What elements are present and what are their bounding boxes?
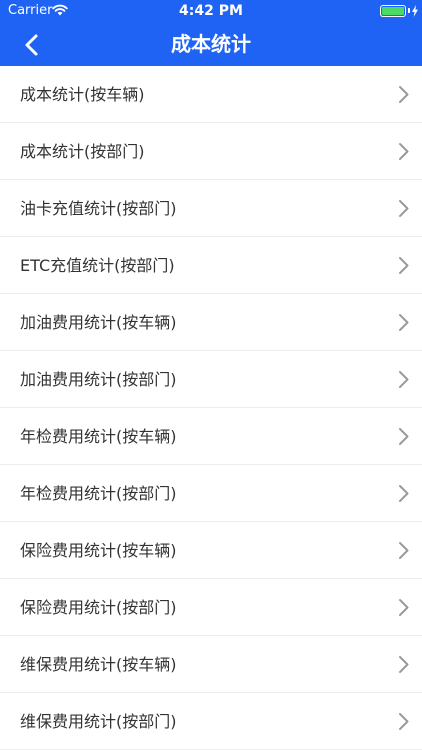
chevron-right-icon bbox=[399, 428, 409, 445]
list-item[interactable]: 保险费用统计(按车辆) bbox=[0, 522, 422, 579]
list-item-label: 保险费用统计(按部门) bbox=[20, 598, 177, 617]
charging-bolt-icon bbox=[412, 5, 418, 17]
list-item[interactable]: 维保费用统计(按部门) bbox=[0, 693, 422, 750]
list-item-label: 油卡充值统计(按部门) bbox=[20, 199, 177, 218]
list-item-label: 维保费用统计(按部门) bbox=[20, 712, 177, 731]
chevron-right-icon bbox=[399, 542, 409, 559]
chevron-right-icon bbox=[399, 656, 409, 673]
list-item-label: 年检费用统计(按部门) bbox=[20, 484, 177, 503]
chevron-right-icon bbox=[399, 257, 409, 274]
chevron-right-icon bbox=[399, 599, 409, 616]
list-item-label: 成本统计(按车辆) bbox=[20, 85, 145, 104]
chevron-right-icon bbox=[399, 86, 409, 103]
chevron-right-icon bbox=[399, 143, 409, 160]
list-item[interactable]: 加油费用统计(按部门) bbox=[0, 351, 422, 408]
list-item[interactable]: 成本统计(按车辆) bbox=[0, 66, 422, 123]
list-item-label: ETC充值统计(按部门) bbox=[20, 256, 175, 275]
status-time: 4:42 PM bbox=[179, 3, 243, 19]
list-item-label: 加油费用统计(按车辆) bbox=[20, 313, 177, 332]
chevron-right-icon bbox=[399, 485, 409, 502]
chevron-right-icon bbox=[399, 200, 409, 217]
list-item-label: 年检费用统计(按车辆) bbox=[20, 427, 177, 446]
list-item[interactable]: ETC充值统计(按部门) bbox=[0, 237, 422, 294]
chevron-right-icon bbox=[399, 713, 409, 730]
cost-statistics-list: 成本统计(按车辆) 成本统计(按部门) 油卡充值统计(按部门) ETC充值统计(按部门… bbox=[0, 66, 422, 750]
battery-tip bbox=[408, 8, 410, 13]
chevron-right-icon bbox=[399, 371, 409, 388]
list-item-label: 加油费用统计(按部门) bbox=[20, 370, 177, 389]
list-item[interactable]: 油卡充值统计(按部门) bbox=[0, 180, 422, 237]
status-bar: Carrier 4:42 PM bbox=[0, 0, 422, 22]
list-item[interactable]: 保险费用统计(按部门) bbox=[0, 579, 422, 636]
list-item[interactable]: 年检费用统计(按部门) bbox=[0, 465, 422, 522]
header: Carrier 4:42 PM 成本统计 bbox=[0, 0, 422, 66]
battery-level bbox=[382, 7, 404, 15]
list-item[interactable]: 年检费用统计(按车辆) bbox=[0, 408, 422, 465]
page-title: 成本统计 bbox=[171, 32, 251, 56]
chevron-right-icon bbox=[399, 314, 409, 331]
list-item[interactable]: 维保费用统计(按车辆) bbox=[0, 636, 422, 693]
back-button[interactable] bbox=[20, 32, 46, 58]
nav-bar: 成本统计 bbox=[0, 22, 422, 66]
chevron-left-icon bbox=[25, 34, 38, 56]
list-item-label: 维保费用统计(按车辆) bbox=[20, 655, 177, 674]
battery-icon bbox=[380, 5, 406, 17]
list-item[interactable]: 成本统计(按部门) bbox=[0, 123, 422, 180]
list-item[interactable]: 加油费用统计(按车辆) bbox=[0, 294, 422, 351]
list-item-label: 成本统计(按部门) bbox=[20, 142, 145, 161]
list-item-label: 保险费用统计(按车辆) bbox=[20, 541, 177, 560]
